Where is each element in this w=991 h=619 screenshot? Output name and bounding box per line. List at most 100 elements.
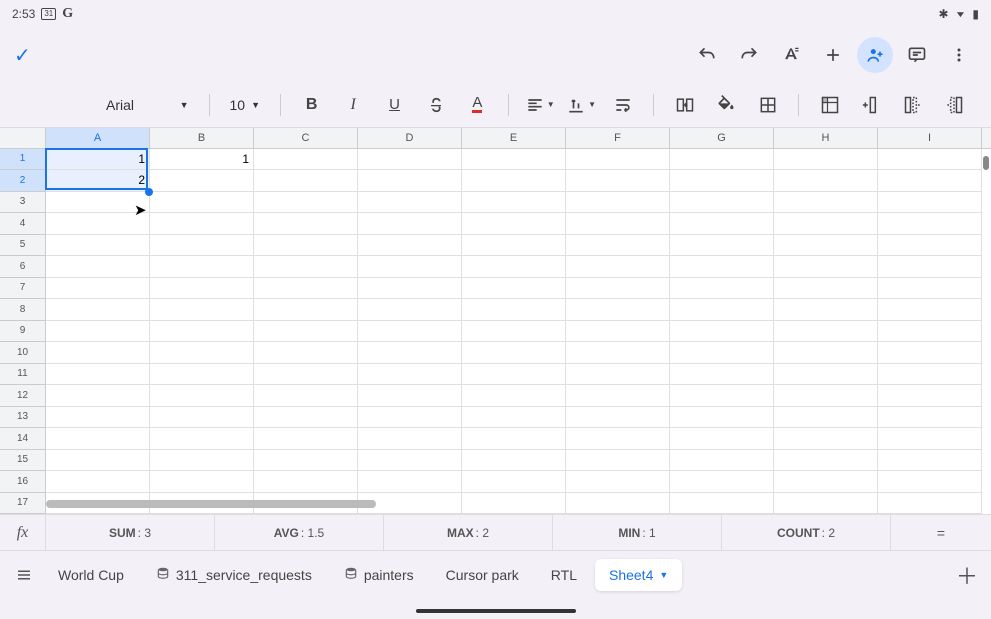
cell[interactable] xyxy=(358,407,462,429)
row-header-8[interactable]: 8 xyxy=(0,299,46,321)
cell[interactable] xyxy=(46,471,150,493)
cell[interactable] xyxy=(878,235,982,257)
spreadsheet-grid[interactable]: A B C D E F G H I 1 2 3 4 5 6 7 8 9 10 1… xyxy=(0,128,991,514)
column-header-a[interactable]: A xyxy=(46,128,150,148)
redo-button[interactable] xyxy=(731,37,767,73)
cell[interactable] xyxy=(566,428,670,450)
cell[interactable] xyxy=(670,471,774,493)
cell[interactable] xyxy=(150,192,254,214)
cell[interactable] xyxy=(150,321,254,343)
cell[interactable] xyxy=(878,213,982,235)
cell[interactable] xyxy=(878,428,982,450)
cell[interactable] xyxy=(150,235,254,257)
sheet-tab-cursor-park[interactable]: Cursor park xyxy=(432,559,533,591)
cell[interactable] xyxy=(46,407,150,429)
cell[interactable] xyxy=(358,278,462,300)
cell[interactable] xyxy=(254,256,358,278)
cell[interactable] xyxy=(878,170,982,192)
cell[interactable] xyxy=(462,192,566,214)
cell[interactable] xyxy=(774,278,878,300)
cell-a1[interactable]: 1 xyxy=(46,149,150,171)
cell[interactable] xyxy=(358,299,462,321)
cell[interactable] xyxy=(774,149,878,171)
cell[interactable] xyxy=(150,450,254,472)
sheet-tab-311[interactable]: 311_service_requests xyxy=(142,558,326,591)
cell[interactable] xyxy=(566,170,670,192)
row-header-15[interactable]: 15 xyxy=(0,450,46,472)
formula-equals-button[interactable]: = xyxy=(891,515,991,550)
cell[interactable] xyxy=(774,213,878,235)
cell[interactable] xyxy=(150,170,254,192)
cell[interactable] xyxy=(670,235,774,257)
cell[interactable] xyxy=(670,364,774,386)
row-header-10[interactable]: 10 xyxy=(0,342,46,364)
cell[interactable] xyxy=(150,471,254,493)
nav-bar-handle[interactable] xyxy=(416,609,576,613)
cell[interactable] xyxy=(254,471,358,493)
cell[interactable] xyxy=(150,385,254,407)
cell[interactable] xyxy=(462,385,566,407)
cell[interactable] xyxy=(462,428,566,450)
cell[interactable] xyxy=(46,278,150,300)
row-header-16[interactable]: 16 xyxy=(0,471,46,493)
cell[interactable] xyxy=(462,235,566,257)
insert-column-left-button[interactable] xyxy=(896,88,929,122)
cell[interactable] xyxy=(462,342,566,364)
cell-a2[interactable]: 2 xyxy=(46,170,150,192)
share-button[interactable] xyxy=(857,37,893,73)
cell[interactable] xyxy=(46,342,150,364)
cell[interactable] xyxy=(566,149,670,171)
cell[interactable] xyxy=(254,407,358,429)
cell[interactable] xyxy=(46,364,150,386)
text-format-button[interactable] xyxy=(773,37,809,73)
cell[interactable] xyxy=(878,407,982,429)
cell[interactable] xyxy=(566,364,670,386)
cell[interactable] xyxy=(566,321,670,343)
column-header-d[interactable]: D xyxy=(358,128,462,148)
cell[interactable] xyxy=(46,385,150,407)
cell[interactable] xyxy=(46,299,150,321)
undo-button[interactable] xyxy=(689,37,725,73)
cell[interactable] xyxy=(566,471,670,493)
cell[interactable] xyxy=(462,471,566,493)
cell[interactable] xyxy=(358,235,462,257)
cell[interactable] xyxy=(150,428,254,450)
cell[interactable] xyxy=(46,450,150,472)
cell[interactable] xyxy=(358,256,462,278)
cell[interactable] xyxy=(774,321,878,343)
cell[interactable] xyxy=(358,321,462,343)
merge-cells-button[interactable] xyxy=(668,88,701,122)
cell[interactable] xyxy=(462,170,566,192)
sheet-tab-rtl[interactable]: RTL xyxy=(537,559,591,591)
cell[interactable] xyxy=(254,364,358,386)
insert-button[interactable] xyxy=(815,37,851,73)
cell[interactable] xyxy=(358,364,462,386)
cell[interactable] xyxy=(462,278,566,300)
row-header-12[interactable]: 12 xyxy=(0,385,46,407)
freeze-panes-button[interactable] xyxy=(813,88,846,122)
cell[interactable] xyxy=(462,256,566,278)
cell[interactable] xyxy=(254,235,358,257)
cell[interactable] xyxy=(46,235,150,257)
cell[interactable] xyxy=(878,321,982,343)
row-header-2[interactable]: 2 xyxy=(0,170,46,192)
cell[interactable] xyxy=(566,299,670,321)
cell[interactable] xyxy=(46,256,150,278)
cell[interactable] xyxy=(566,278,670,300)
row-header-17[interactable]: 17 xyxy=(0,493,46,515)
cell[interactable] xyxy=(254,385,358,407)
row-header-3[interactable]: 3 xyxy=(0,192,46,214)
cell[interactable] xyxy=(254,192,358,214)
cell[interactable] xyxy=(774,256,878,278)
cell[interactable] xyxy=(566,385,670,407)
cell[interactable] xyxy=(774,450,878,472)
row-header-4[interactable]: 4 xyxy=(0,213,46,235)
cell[interactable] xyxy=(358,385,462,407)
cell[interactable] xyxy=(878,149,982,171)
cell[interactable] xyxy=(566,192,670,214)
fill-color-button[interactable] xyxy=(710,88,743,122)
cell[interactable] xyxy=(774,235,878,257)
cell[interactable] xyxy=(774,493,878,515)
cell[interactable] xyxy=(150,342,254,364)
horizontal-scrollbar[interactable] xyxy=(46,500,376,508)
